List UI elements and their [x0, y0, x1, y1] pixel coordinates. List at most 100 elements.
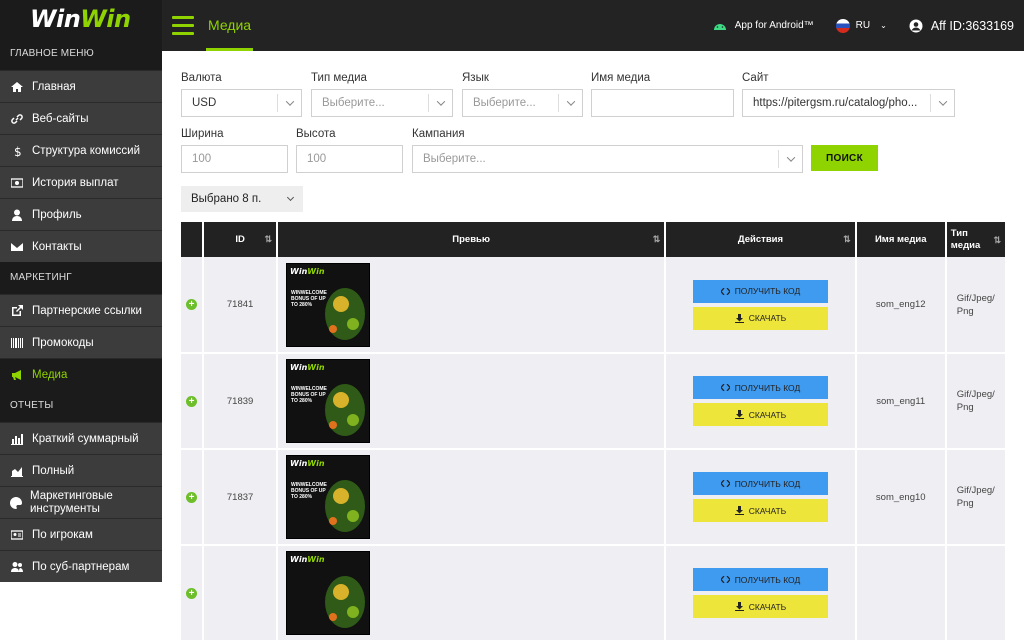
- bar-chart-icon: [10, 432, 24, 446]
- get-code-button[interactable]: ПОЛУЧИТЬ КОД: [692, 472, 828, 495]
- language-label: Язык: [462, 72, 489, 84]
- id-cell: [203, 545, 279, 642]
- expand-plus-icon[interactable]: +: [186, 299, 198, 310]
- media-type-cell: Gif/Jpeg/ Png: [945, 353, 1008, 450]
- media-name-column-header[interactable]: Имя медиа: [855, 222, 947, 257]
- get-code-button[interactable]: ПОЛУЧИТЬ КОД: [692, 568, 828, 591]
- preview-column-header[interactable]: Превью ⇅: [277, 222, 667, 257]
- menu-icon[interactable]: [172, 16, 194, 35]
- banner-artwork: [325, 384, 366, 436]
- account-menu[interactable]: Aff ID:3633169: [909, 19, 1014, 33]
- expand-plus-icon[interactable]: +: [186, 587, 198, 599]
- banner-logo: WinWin: [290, 555, 325, 564]
- get-code-button[interactable]: ПОЛУЧИТЬ КОД: [692, 279, 828, 303]
- android-icon: [713, 23, 726, 30]
- site-select[interactable]: https://pitergsm.ru/catalog/pho...: [742, 89, 955, 117]
- dollar-icon: $: [10, 144, 24, 158]
- banner-logo: WinWin: [290, 363, 325, 372]
- media-name-input[interactable]: [591, 89, 734, 117]
- top-bar: Медиа App for Android™ RU ⌄ Aff ID:36331…: [162, 0, 1024, 51]
- download-icon: [734, 506, 744, 515]
- banner-preview-image[interactable]: WinWin WINWELCOME BONUS OF UP TO 280%: [286, 359, 371, 443]
- sidebar-item-full[interactable]: Полный: [0, 454, 162, 486]
- android-app-link[interactable]: App for Android™: [713, 20, 814, 31]
- media-type-column-header[interactable]: Тип медиа ⇅: [945, 222, 1008, 257]
- height-input[interactable]: 100: [296, 145, 403, 173]
- download-button[interactable]: СКАЧАТЬ: [692, 403, 828, 426]
- actions-column-header[interactable]: Действия ⇅: [665, 222, 857, 257]
- sidebar: WinWin ГЛАВНОЕ МЕНЮ Главная Веб-сайты $ С…: [0, 0, 162, 582]
- sidebar-item-websites[interactable]: Веб-сайты: [0, 102, 162, 134]
- table-row: + 71839 WinWin WINWELCOME BONUS OF UP TO…: [181, 353, 1008, 450]
- get-code-button[interactable]: ПОЛУЧИТЬ КОД: [692, 376, 828, 399]
- banner-preview-image[interactable]: WinWin: [286, 551, 371, 635]
- sidebar-item-commission[interactable]: $ Структура комиссий: [0, 134, 162, 166]
- media-table: ID ⇅ Превью ⇅ Действия ⇅ Имя медиа Тип меди…: [181, 222, 1008, 642]
- width-input[interactable]: 100: [181, 145, 288, 173]
- expand-cell: +: [181, 545, 205, 642]
- currency-select[interactable]: USD: [181, 89, 302, 117]
- sidebar-item-payouts[interactable]: История выплат: [0, 166, 162, 198]
- sidebar-item-home[interactable]: Главная: [0, 70, 162, 102]
- media-type-select[interactable]: Выберите...: [311, 89, 453, 117]
- banner-preview-image[interactable]: WinWin WINWELCOME BONUS OF UP TO 280%: [286, 262, 371, 347]
- expand-plus-icon[interactable]: +: [186, 491, 198, 503]
- media-type-cell: [945, 545, 1008, 642]
- chevron-down-icon: [778, 150, 802, 168]
- campaign-label: Кампания: [412, 128, 465, 140]
- sort-icon: ⇅: [993, 235, 1001, 245]
- sidebar-item-promocodes[interactable]: Промокоды: [0, 326, 162, 358]
- sidebar-item-contacts[interactable]: Контакты: [0, 230, 162, 262]
- user-icon: [10, 208, 24, 222]
- media-name-cell: som_eng12: [855, 257, 947, 354]
- sidebar-item-by-subpartners[interactable]: По суб-партнерам: [0, 550, 162, 582]
- chevron-down-icon: ⌄: [880, 21, 887, 30]
- search-button[interactable]: ПОИСК: [811, 145, 878, 171]
- selected-columns-dropdown[interactable]: Выбрано 8 п.: [181, 186, 303, 212]
- download-icon: [734, 410, 744, 419]
- link-icon: [10, 112, 24, 126]
- sidebar-item-short-summary[interactable]: Краткий суммарный: [0, 422, 162, 454]
- id-cell: 71837: [203, 449, 279, 546]
- id-cell: 71841: [203, 257, 279, 354]
- media-name-label: Имя медиа: [591, 72, 651, 84]
- svg-text:$: $: [14, 145, 22, 157]
- download-button[interactable]: СКАЧАТЬ: [692, 499, 828, 522]
- user-circle-icon: [909, 19, 923, 32]
- sort-icon: ⇅: [264, 234, 273, 244]
- external-link-icon: [10, 304, 24, 318]
- id-column-header[interactable]: ID ⇅: [203, 222, 279, 257]
- section-main-menu: ГЛАВНОЕ МЕНЮ: [0, 38, 162, 70]
- height-label: Высота: [296, 128, 336, 140]
- language-selector[interactable]: RU ⌄: [835, 18, 887, 33]
- sidebar-item-profile[interactable]: Профиль: [0, 198, 162, 230]
- download-button[interactable]: СКАЧАТЬ: [692, 595, 828, 618]
- expand-column-header: [181, 222, 205, 257]
- banner-logo: WinWin: [290, 459, 325, 468]
- table-row: + WinWin ПОЛУЧИТЬ КОД СКАЧАТЬ: [181, 545, 1008, 642]
- expand-cell: +: [181, 353, 205, 450]
- sidebar-item-media[interactable]: Медиа: [0, 358, 162, 390]
- sidebar-item-partner-links[interactable]: Партнерские ссылки: [0, 294, 162, 326]
- chevron-down-icon: [286, 193, 295, 202]
- sidebar-item-by-players[interactable]: По игрокам: [0, 518, 162, 550]
- campaign-select[interactable]: Выберите...: [412, 145, 803, 173]
- banner-logo: WinWin: [290, 266, 325, 276]
- chevron-down-icon: [930, 94, 954, 112]
- banner-artwork: [325, 576, 366, 628]
- sidebar-item-marketing-tools[interactable]: Маркетинговые инструменты: [0, 486, 162, 518]
- section-marketing: МАРКЕТИНГ: [0, 262, 162, 294]
- language-select[interactable]: Выберите...: [462, 89, 583, 117]
- users-icon: [10, 560, 24, 574]
- banner-preview-image[interactable]: WinWin WINWELCOME BONUS OF UP TO 280%: [286, 455, 371, 539]
- preview-cell: WinWin WINWELCOME BONUS OF UP TO 280%: [277, 257, 667, 354]
- media-name-cell: som_eng10: [855, 449, 947, 546]
- code-icon: [720, 287, 730, 295]
- preview-cell: WinWin WINWELCOME BONUS OF UP TO 280%: [277, 353, 667, 450]
- media-name-cell: som_eng11: [855, 353, 947, 450]
- expand-plus-icon[interactable]: +: [186, 395, 198, 407]
- logo[interactable]: WinWin: [0, 0, 162, 38]
- download-button[interactable]: СКАЧАТЬ: [692, 306, 828, 330]
- palette-icon: [10, 496, 22, 510]
- table-row: + 71841 WinWin WINWELCOME BONUS OF UP TO…: [181, 257, 1008, 354]
